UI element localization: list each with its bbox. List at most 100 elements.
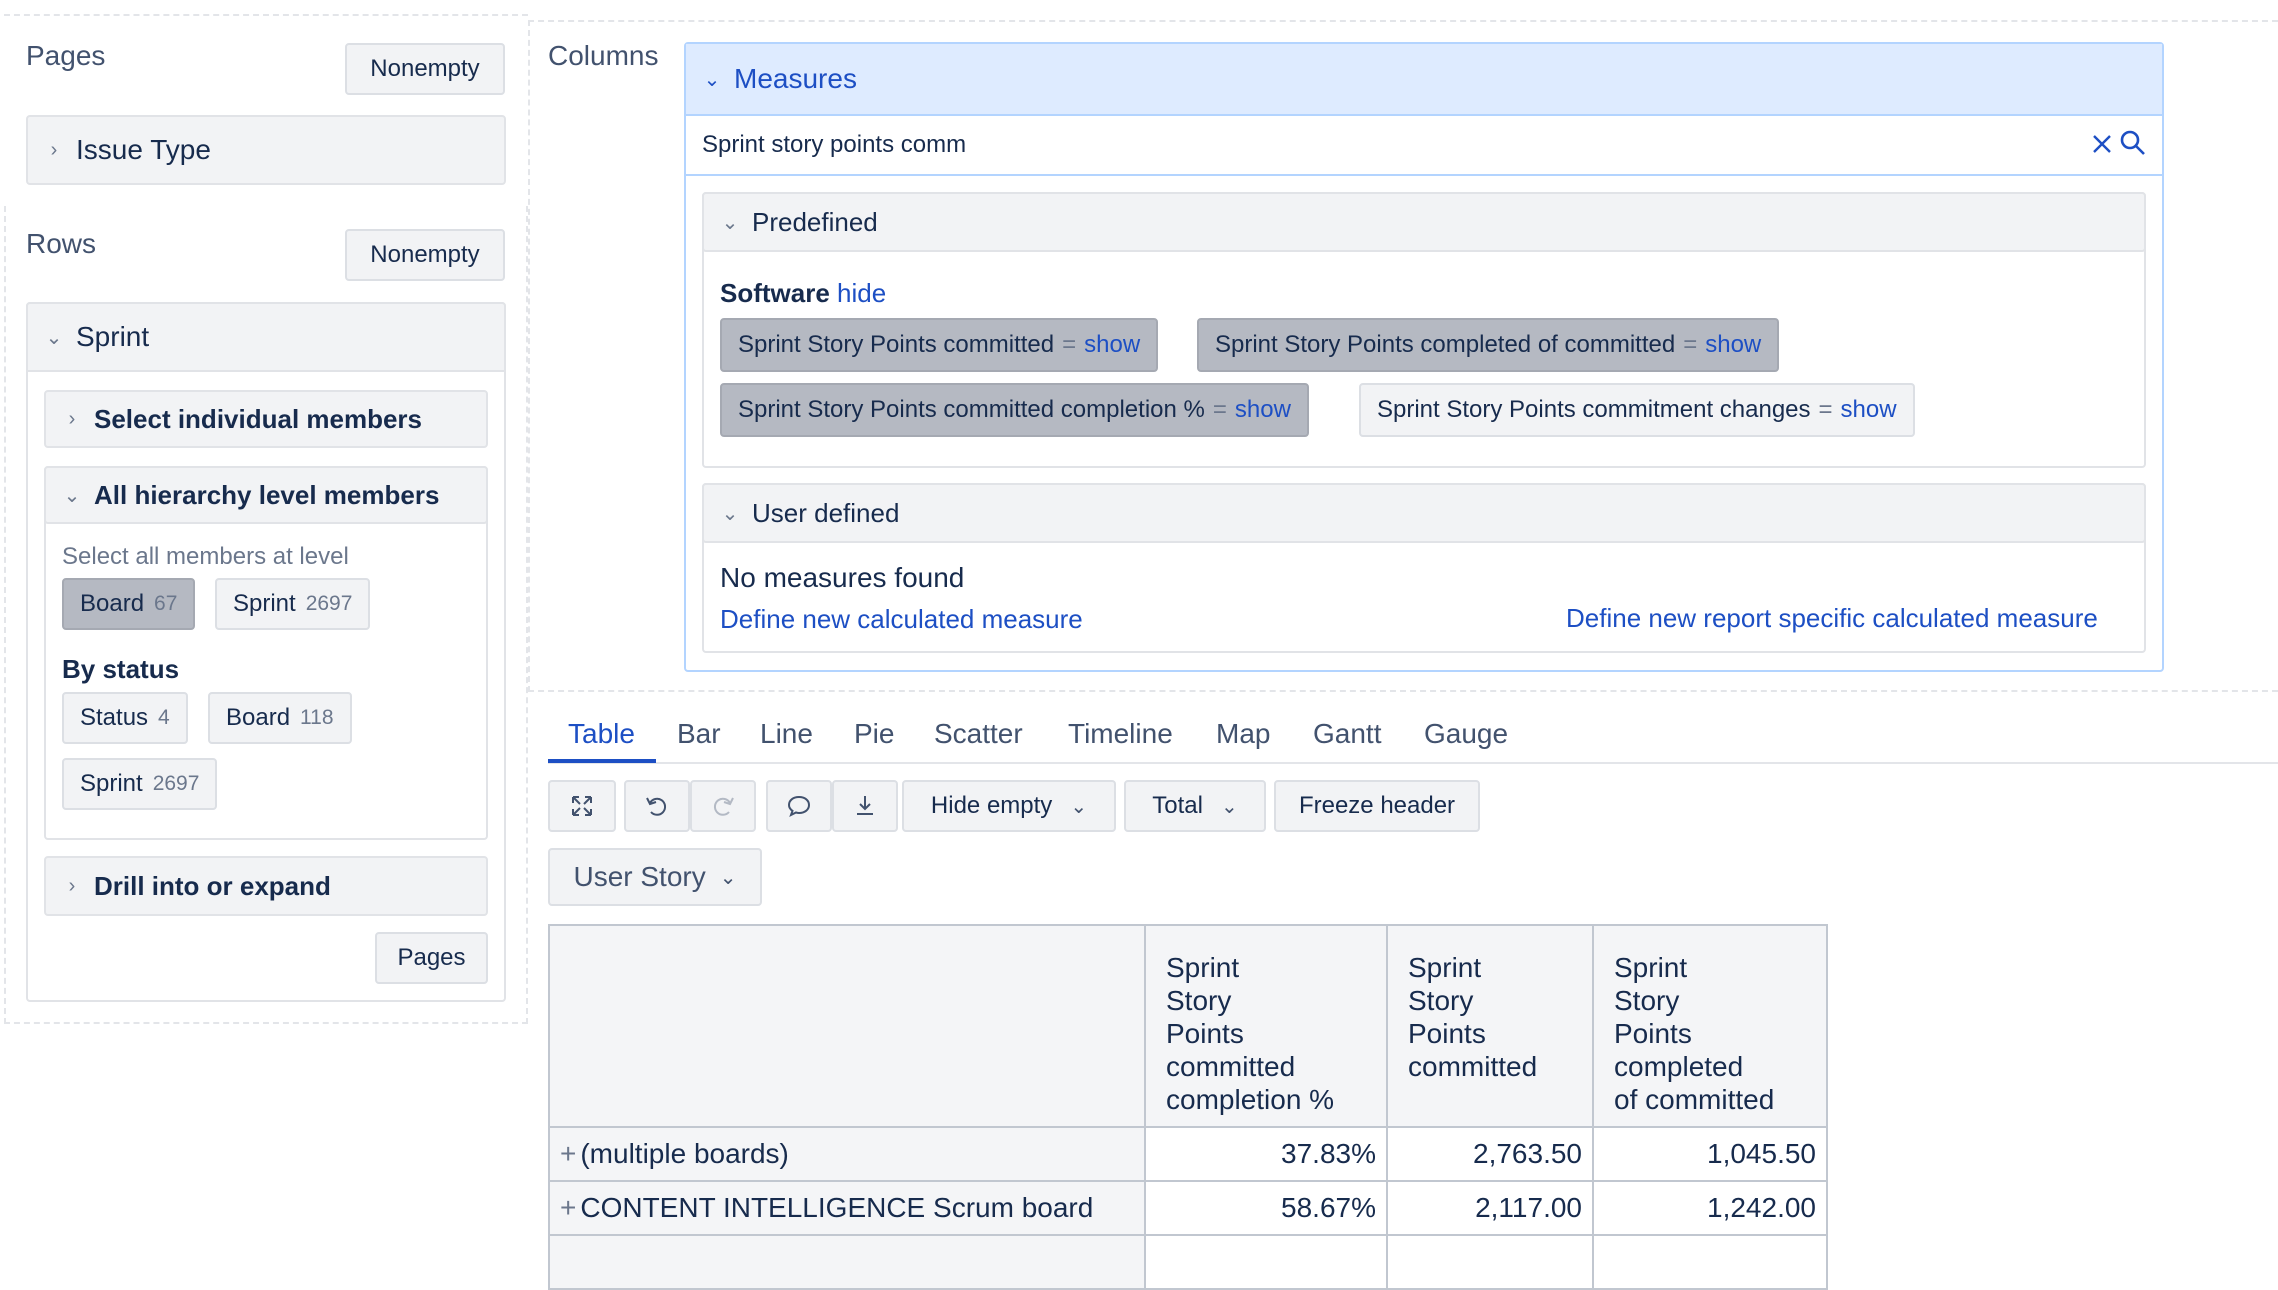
measures-title: Measures bbox=[734, 63, 857, 94]
table-cell: 1,242.00 bbox=[1592, 1180, 1828, 1236]
column-header[interactable]: Sprint Story Points committed bbox=[1386, 924, 1594, 1128]
chevron-down-icon: ⌄ bbox=[1220, 795, 1238, 818]
chevron-down-icon: ⌄ bbox=[703, 68, 721, 91]
header-line: of committed bbox=[1614, 1084, 1775, 1115]
total-label: Total bbox=[1152, 792, 1203, 819]
tab-scatter[interactable]: Scatter bbox=[934, 718, 1023, 750]
tab-line[interactable]: Line bbox=[760, 718, 813, 750]
table-cell bbox=[1144, 1234, 1388, 1290]
status-chip-status[interactable]: Status 4 bbox=[62, 692, 188, 744]
table-row: + (multiple boards) 37.83% 2,763.50 1,045… bbox=[548, 1126, 1828, 1182]
header-line: Story bbox=[1408, 985, 1474, 1016]
hide-empty-label: Hide empty bbox=[930, 792, 1053, 819]
row-header[interactable]: + (multiple boards) bbox=[548, 1126, 1146, 1182]
header-line: Points bbox=[1166, 1018, 1244, 1049]
hide-software-link[interactable]: hide bbox=[837, 278, 886, 308]
tab-timeline[interactable]: Timeline bbox=[1068, 718, 1173, 750]
measures-search-value: Sprint story points comm bbox=[702, 131, 967, 158]
chevron-down-icon: ⌄ bbox=[719, 866, 737, 889]
all-hierarchy-header[interactable]: ⌄ All hierarchy level members bbox=[44, 466, 488, 524]
chevron-right-icon: › bbox=[50, 138, 58, 161]
redo-button[interactable] bbox=[690, 780, 756, 832]
tab-map[interactable]: Map bbox=[1216, 718, 1270, 750]
define-calculated-measure-link[interactable]: Define new calculated measure bbox=[720, 604, 1083, 635]
hide-empty-dropdown[interactable]: Hide empty ⌄ bbox=[902, 780, 1116, 832]
header-line: completion % bbox=[1166, 1084, 1335, 1115]
tabs-underline bbox=[548, 762, 2278, 764]
column-header[interactable]: Sprint Story Points completed of committ… bbox=[1592, 924, 1828, 1128]
chevron-down-icon: ⌄ bbox=[45, 326, 63, 349]
header-line: Sprint bbox=[1614, 952, 1688, 983]
define-report-calculated-measure-link[interactable]: Define new report specific calculated me… bbox=[1566, 603, 2098, 634]
measure-chip-show-link[interactable]: show bbox=[1084, 331, 1140, 359]
undo-icon bbox=[646, 797, 667, 816]
expand-plus-icon[interactable]: + bbox=[560, 1138, 576, 1169]
measure-chip-label: Sprint Story Points committed completion… bbox=[738, 396, 1205, 423]
table-row-partial bbox=[548, 1234, 1828, 1290]
search-icon[interactable] bbox=[2118, 128, 2148, 158]
status-chip-count: 118 bbox=[300, 706, 334, 729]
fullscreen-button[interactable] bbox=[548, 780, 616, 832]
measure-chip-show-link[interactable]: show bbox=[1841, 396, 1897, 424]
tab-pie[interactable]: Pie bbox=[854, 718, 894, 750]
header-line: completed bbox=[1614, 1051, 1744, 1082]
sprint-dimension-label: Sprint bbox=[76, 321, 150, 352]
drill-into-expand[interactable]: › Drill into or expand bbox=[44, 856, 488, 916]
table-cell: 58.67% bbox=[1144, 1180, 1388, 1236]
expand-plus-icon[interactable]: + bbox=[560, 1192, 576, 1223]
row-header[interactable]: + CONTENT INTELLIGENCE Scrum board bbox=[548, 1180, 1146, 1236]
issue-type-dimension[interactable]: › Issue Type bbox=[26, 115, 506, 185]
tab-bar[interactable]: Bar bbox=[677, 718, 721, 750]
measure-chip-completion-percent[interactable]: Sprint Story Points committed completion… bbox=[720, 383, 1309, 437]
status-chip-sprint[interactable]: Sprint 2697 bbox=[62, 758, 218, 810]
chevron-down-icon: ⌄ bbox=[1070, 795, 1088, 818]
header-line: Story bbox=[1614, 985, 1680, 1016]
rows-nonempty-button[interactable]: Nonempty bbox=[345, 229, 505, 281]
freeze-header-button[interactable]: Freeze header bbox=[1274, 780, 1480, 832]
measure-chip-show-link[interactable]: show bbox=[1235, 396, 1291, 424]
sprint-dimension-header[interactable]: ⌄ Sprint bbox=[26, 302, 506, 372]
predefined-header[interactable]: ⌄ Predefined bbox=[702, 192, 2146, 252]
measures-header[interactable]: ⌄ Measures bbox=[686, 44, 2162, 114]
total-dropdown[interactable]: Total ⌄ bbox=[1124, 780, 1266, 832]
status-chip-board[interactable]: Board 118 bbox=[208, 692, 352, 744]
table-cell: 1,045.50 bbox=[1592, 1126, 1828, 1182]
measures-search-input[interactable]: Sprint story points comm bbox=[686, 114, 2162, 176]
status-chip-label: Sprint bbox=[80, 770, 143, 797]
measure-chip-show-link[interactable]: show bbox=[1705, 331, 1761, 359]
pages-nonempty-button[interactable]: Nonempty bbox=[345, 43, 505, 95]
measure-chip-completed-of-committed[interactable]: Sprint Story Points completed of committ… bbox=[1197, 318, 1780, 372]
drill-label: Drill into or expand bbox=[94, 870, 331, 901]
header-line: committed bbox=[1408, 1051, 1538, 1082]
row-header-corner bbox=[548, 924, 1146, 1128]
level-chip-sprint[interactable]: Sprint 2697 bbox=[215, 578, 371, 630]
chevron-right-icon: › bbox=[68, 407, 76, 430]
no-measures-text: No measures found bbox=[720, 562, 965, 593]
user-defined-header[interactable]: ⌄ User defined bbox=[702, 483, 2146, 543]
column-header[interactable]: Sprint Story Points committed completion… bbox=[1144, 924, 1388, 1128]
tab-gantt[interactable]: Gantt bbox=[1313, 718, 1381, 750]
measure-chip-commitment-changes[interactable]: Sprint Story Points commitment changes =… bbox=[1359, 383, 1915, 437]
status-chip-label: Board bbox=[226, 704, 291, 731]
level-chip-count: 2697 bbox=[305, 592, 353, 615]
export-button[interactable] bbox=[832, 780, 898, 832]
table-cell bbox=[1592, 1234, 1828, 1290]
all-hierarchy-label: All hierarchy level members bbox=[94, 479, 440, 510]
row-label: CONTENT INTELLIGENCE Scrum board bbox=[580, 1192, 1094, 1223]
by-status-heading: By status bbox=[62, 654, 180, 684]
issue-type-page-select[interactable]: User Story ⌄ bbox=[548, 848, 762, 906]
comment-button[interactable] bbox=[766, 780, 832, 832]
status-chip-count: 4 bbox=[158, 706, 170, 729]
tab-table[interactable]: Table bbox=[568, 718, 635, 750]
measure-chip-committed[interactable]: Sprint Story Points committed = show bbox=[720, 318, 1159, 372]
clear-search-icon[interactable] bbox=[2090, 130, 2114, 158]
tab-gauge[interactable]: Gauge bbox=[1424, 718, 1508, 750]
level-chip-label: Board bbox=[80, 590, 145, 617]
move-to-pages-button[interactable]: Pages bbox=[375, 932, 488, 984]
level-chip-label: Sprint bbox=[233, 590, 296, 617]
undo-button[interactable] bbox=[624, 780, 690, 832]
table-cell: 2,763.50 bbox=[1386, 1126, 1594, 1182]
level-chip-board[interactable]: Board 67 bbox=[62, 578, 196, 630]
select-individual-members[interactable]: › Select individual members bbox=[44, 390, 488, 448]
status-chip-count: 2697 bbox=[152, 772, 200, 795]
